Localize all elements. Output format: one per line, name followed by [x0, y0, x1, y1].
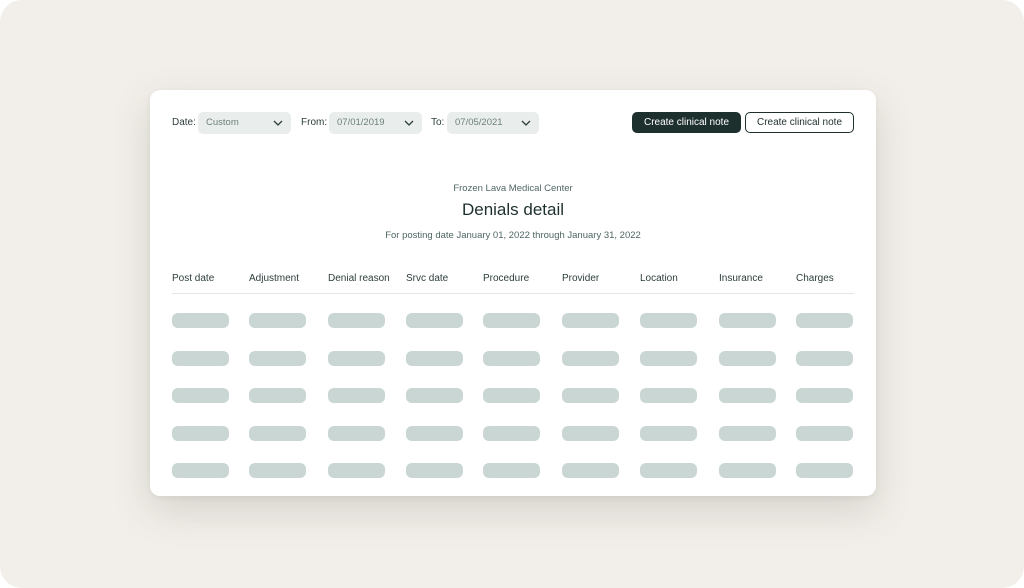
skeleton-cell: [249, 463, 306, 478]
create-clinical-note-secondary-button[interactable]: Create clinical note: [745, 112, 854, 133]
skeleton-cell: [406, 463, 463, 478]
skeleton-cell: [796, 388, 853, 403]
skeleton-cell: [640, 313, 697, 328]
skeleton-cell: [640, 388, 697, 403]
skeleton-cell: [328, 313, 385, 328]
skeleton-cell: [249, 388, 306, 403]
skeleton-cell: [796, 425, 853, 441]
skeleton-cell: [328, 463, 385, 478]
skeleton-cell: [719, 313, 776, 328]
to-label: To:: [431, 117, 445, 128]
column-header-procedure[interactable]: Procedure: [483, 273, 529, 284]
skeleton-cell: [719, 388, 776, 403]
skeleton-cell: [406, 350, 463, 366]
skeleton-cell: [562, 350, 619, 366]
skeleton-cell: [483, 388, 540, 403]
from-date-value: 07/01/2019: [337, 117, 385, 128]
chevron-down-icon: [521, 120, 531, 126]
header-divider: [172, 293, 854, 294]
skeleton-cell: [483, 313, 540, 328]
skeleton-cell: [796, 463, 853, 478]
skeleton-cell: [796, 350, 853, 366]
report-card: Date: Custom From: 07/01/2019 To: 07/05/…: [150, 90, 876, 496]
skeleton-cell: [562, 463, 619, 478]
skeleton-cell: [483, 425, 540, 441]
skeleton-cell: [562, 313, 619, 328]
skeleton-cell: [249, 350, 306, 366]
column-header-srvc-date[interactable]: Srvc date: [406, 273, 448, 284]
to-date-value: 07/05/2021: [455, 117, 503, 128]
date-range-select[interactable]: Custom: [198, 112, 291, 134]
chevron-down-icon: [273, 120, 283, 126]
date-range-value: Custom: [206, 117, 239, 128]
page-title: Denials detail: [461, 200, 565, 219]
column-header-post-date[interactable]: Post date: [172, 273, 214, 284]
skeleton-cell: [172, 425, 229, 441]
skeleton-cell: [172, 388, 229, 403]
column-header-insurance[interactable]: Insurance: [719, 273, 763, 284]
column-header-charges[interactable]: Charges: [796, 273, 834, 284]
skeleton-cell: [483, 350, 540, 366]
column-header-denial-reason[interactable]: Denial reason: [328, 273, 390, 284]
skeleton-cell: [719, 425, 776, 441]
skeleton-cell: [640, 425, 697, 441]
date-label: Date:: [172, 117, 196, 128]
skeleton-cell: [406, 313, 463, 328]
column-header-adjustment[interactable]: Adjustment: [249, 273, 299, 284]
skeleton-cell: [249, 425, 306, 441]
from-date-select[interactable]: 07/01/2019: [329, 112, 422, 134]
column-header-provider[interactable]: Provider: [562, 273, 599, 284]
from-label: From:: [301, 117, 328, 128]
skeleton-cell: [406, 388, 463, 403]
skeleton-cell: [328, 425, 385, 441]
skeleton-cell: [562, 388, 619, 403]
skeleton-cell: [483, 463, 540, 478]
skeleton-cell: [172, 350, 229, 366]
skeleton-cell: [640, 463, 697, 478]
skeleton-cell: [640, 350, 697, 366]
skeleton-cell: [249, 313, 306, 328]
create-clinical-note-button[interactable]: Create clinical note: [632, 112, 741, 133]
filter-toolbar: Date: Custom From: 07/01/2019 To: 07/05/…: [172, 112, 854, 134]
column-header-location[interactable]: Location: [640, 273, 678, 284]
skeleton-cell: [719, 350, 776, 366]
skeleton-cell: [406, 425, 463, 441]
skeleton-cell: [719, 463, 776, 478]
skeleton-cell: [562, 425, 619, 441]
to-date-select[interactable]: 07/05/2021: [447, 112, 539, 134]
skeleton-cell: [328, 350, 385, 366]
skeleton-cell: [796, 313, 853, 328]
skeleton-cell: [172, 463, 229, 478]
organization-name: Frozen Lava Medical Center: [453, 183, 573, 194]
report-subtitle: For posting date January 01, 2022 throug…: [385, 230, 641, 241]
skeleton-cell: [172, 313, 229, 328]
chevron-down-icon: [404, 120, 414, 126]
skeleton-cell: [328, 388, 385, 403]
